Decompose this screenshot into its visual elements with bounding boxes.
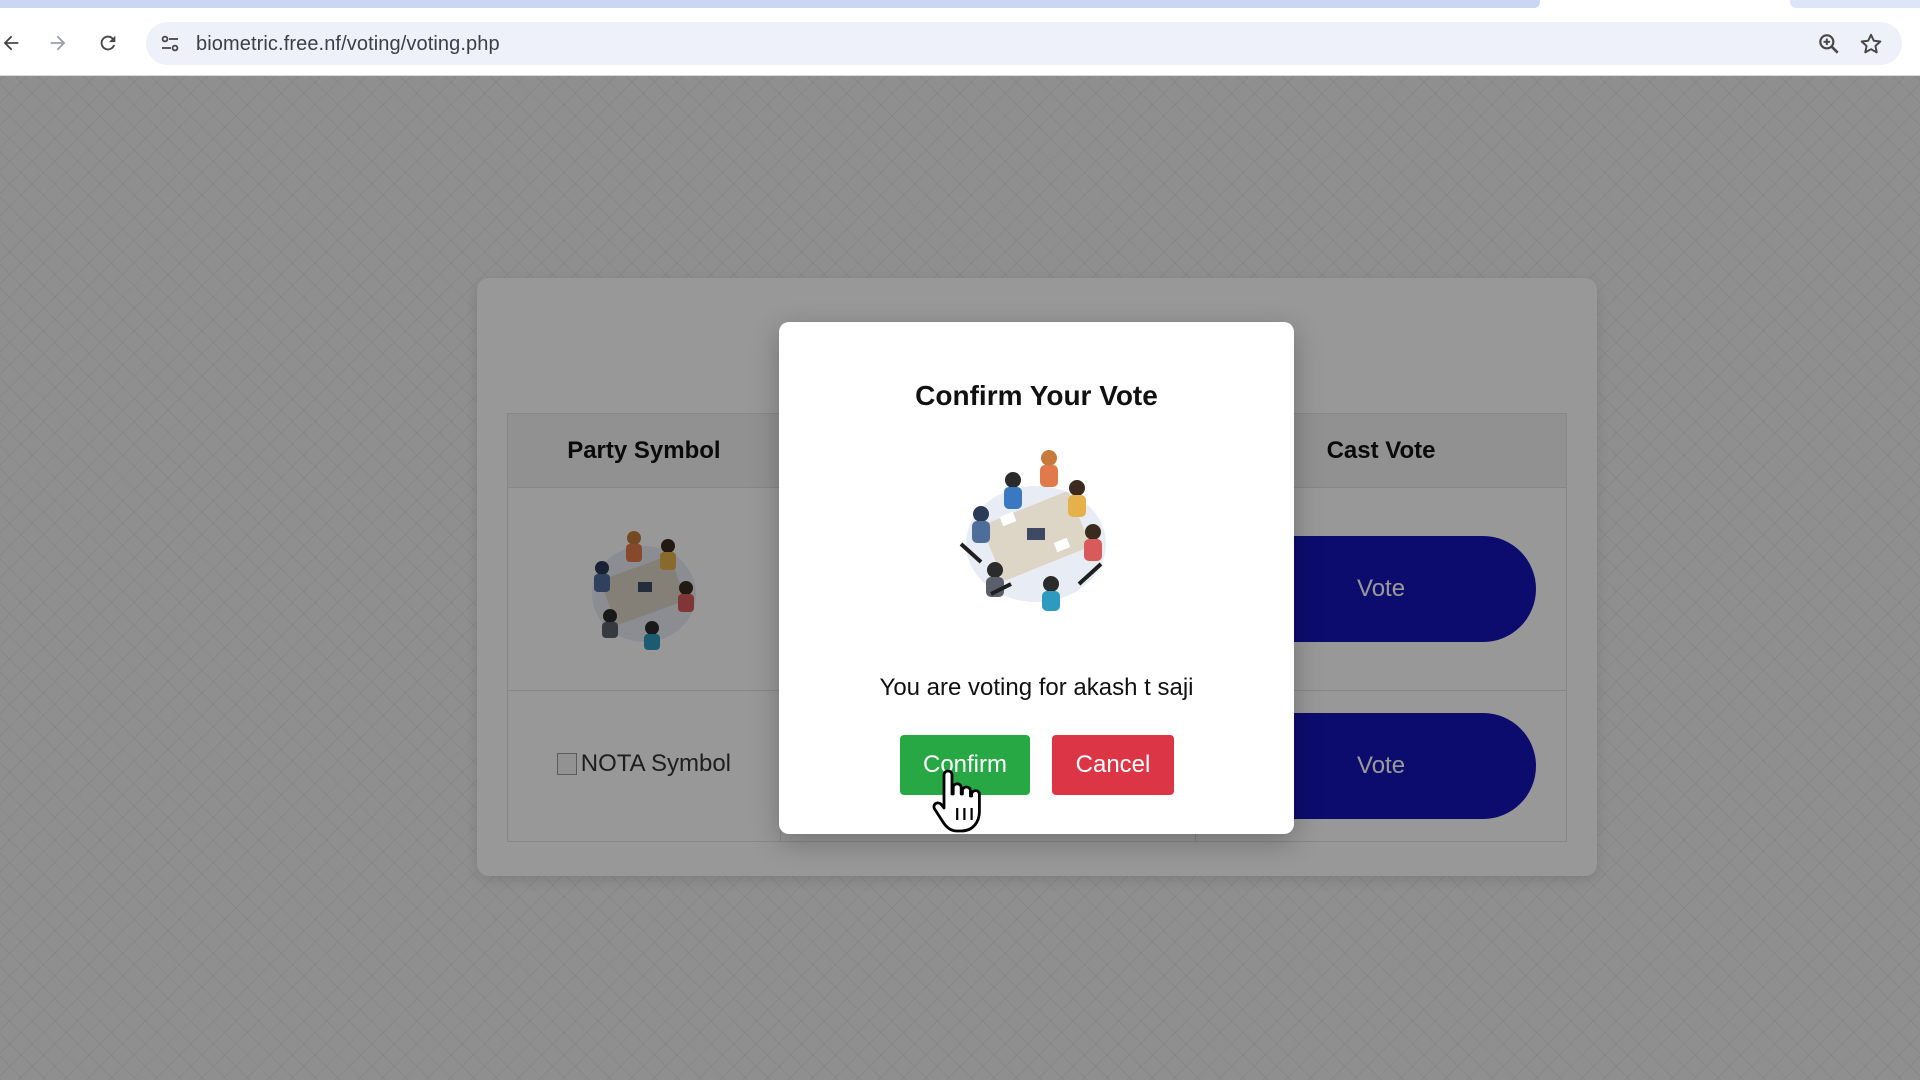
forward-button[interactable] bbox=[41, 26, 75, 60]
cancel-button[interactable]: Cancel bbox=[1052, 735, 1174, 795]
tab-strip-right bbox=[1790, 0, 1920, 8]
page-background: Party Symbol Cast Vote Vote NOTA Symbol … bbox=[0, 76, 1920, 1080]
hand-pointer-cursor-icon bbox=[932, 769, 981, 833]
bookmark-star-icon[interactable] bbox=[1858, 31, 1884, 57]
reload-icon bbox=[100, 35, 116, 51]
address-bar[interactable]: biometric.free.nf/voting/voting.php bbox=[146, 22, 1902, 65]
browser-toolbar: biometric.free.nf/voting/voting.php bbox=[0, 0, 1920, 76]
site-info-icon[interactable] bbox=[158, 32, 182, 56]
back-button[interactable] bbox=[0, 26, 28, 60]
reload-button[interactable] bbox=[91, 26, 125, 60]
tab-strip bbox=[0, 0, 1540, 8]
zoom-icon[interactable] bbox=[1816, 31, 1842, 57]
confirm-vote-modal: Confirm Your Vote You are voting for aka… bbox=[779, 322, 1294, 834]
party-symbol-image bbox=[959, 450, 1106, 611]
modal-message: You are voting for akash t saji bbox=[879, 674, 1194, 701]
forward-icon bbox=[50, 35, 66, 51]
modal-title: Confirm Your Vote bbox=[915, 380, 1158, 411]
back-icon bbox=[3, 35, 19, 51]
url-text[interactable]: biometric.free.nf/voting/voting.php bbox=[196, 33, 500, 56]
